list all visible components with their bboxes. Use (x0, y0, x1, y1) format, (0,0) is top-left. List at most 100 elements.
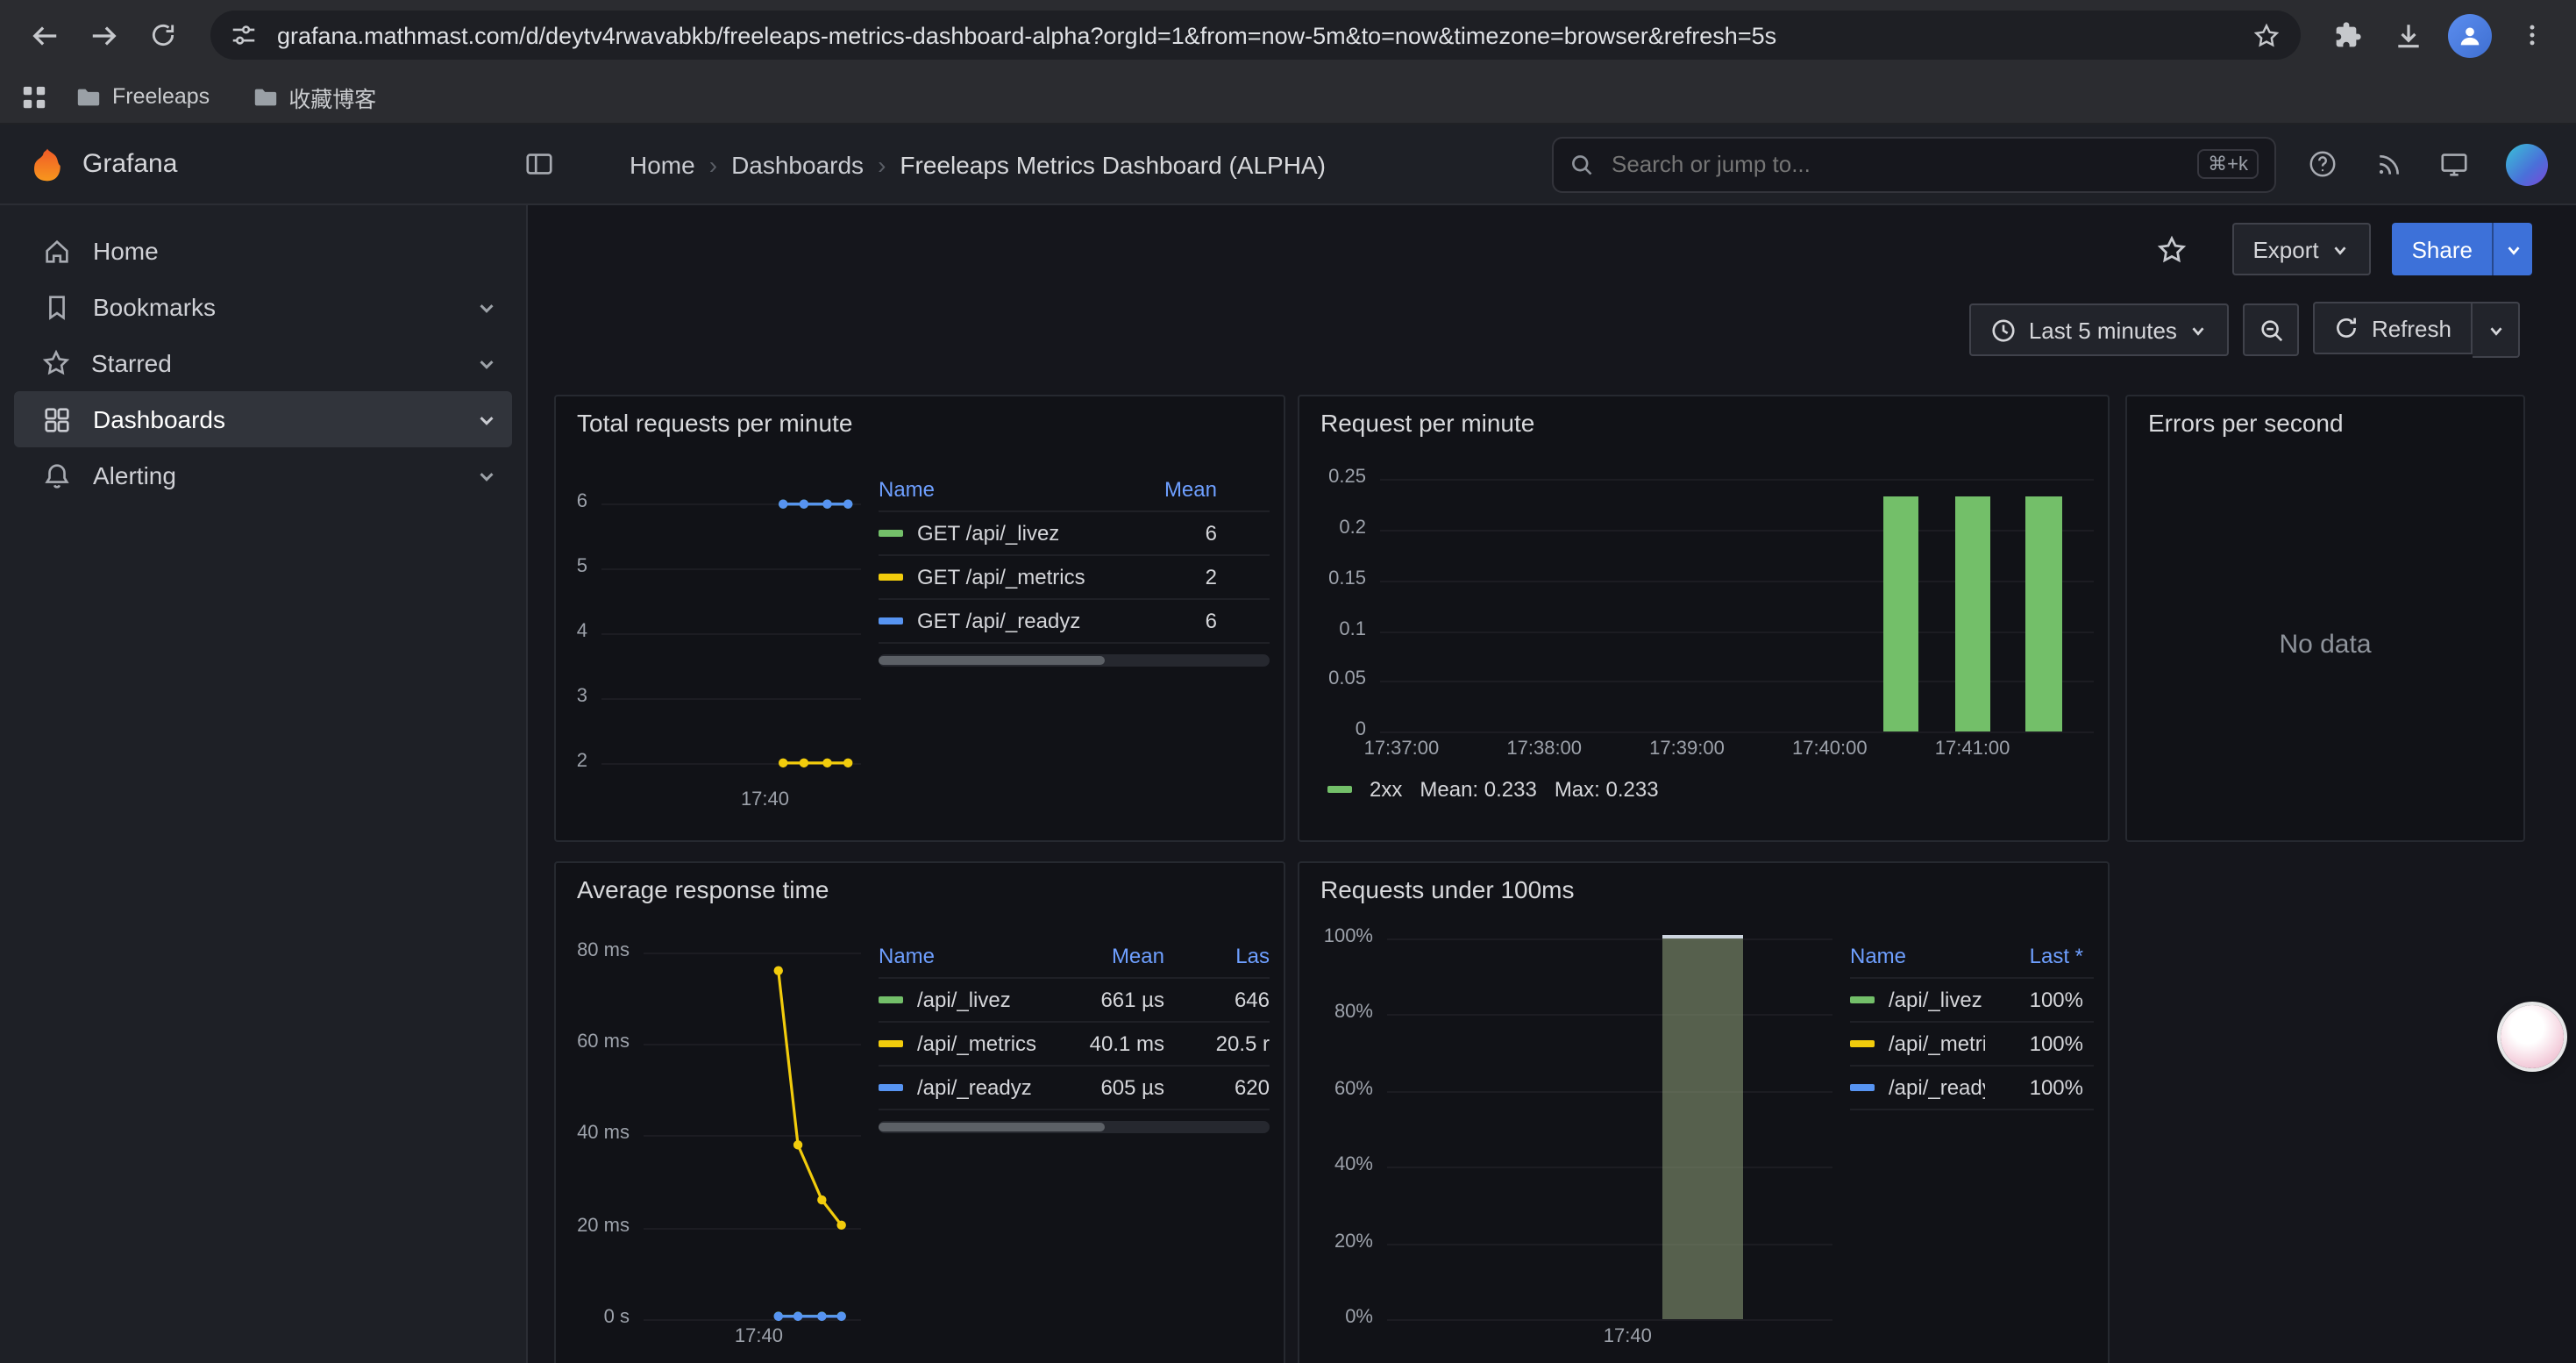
scrollbar-thumb[interactable] (879, 1123, 1106, 1131)
sidebar-item-bookmarks[interactable]: Bookmarks (14, 279, 512, 335)
y-tick-label: 40 ms (577, 1124, 630, 1145)
legend-column-header[interactable]: Las (1164, 944, 1270, 968)
legend-row: GET /api/_metrics2 (879, 556, 1270, 600)
favorite-star-icon[interactable] (2156, 234, 2186, 264)
chevron-down-icon[interactable] (475, 408, 498, 431)
legend-row: GET /api/_livez6 (879, 512, 1270, 556)
bookmark-star-icon[interactable] (2253, 22, 2280, 48)
chart-plot-area[interactable] (644, 916, 861, 1319)
monitor-icon[interactable] (2439, 149, 2469, 179)
legend-series-name[interactable]: /api/_metrics (1889, 1031, 1985, 1056)
breadcrumb-home[interactable]: Home (630, 150, 695, 178)
panel-title[interactable]: Requests under 100ms (1299, 863, 2108, 909)
grafana-logo[interactable] (28, 145, 67, 183)
legend-value: 646 (1164, 988, 1270, 1012)
chevron-down-icon[interactable] (475, 296, 498, 318)
panel-title[interactable]: Errors per second (2127, 396, 2523, 442)
zoom-out-button[interactable] (2244, 303, 2300, 356)
legend-series-name[interactable]: 2xx (1370, 777, 1402, 802)
legend-horizontal-scrollbar[interactable] (879, 654, 1270, 667)
url-bar[interactable] (210, 11, 2301, 60)
time-range-label: Last 5 minutes (2029, 317, 2177, 343)
browser-menu-icon[interactable] (2506, 9, 2558, 61)
dock-menu-icon[interactable] (524, 149, 554, 179)
legend-header-row: NameMeanLas (879, 935, 1270, 979)
url-input[interactable] (274, 20, 2236, 50)
forward-icon[interactable] (77, 9, 130, 61)
back-icon[interactable] (18, 9, 70, 61)
reload-icon[interactable] (137, 9, 189, 61)
chart-plot-area[interactable] (1380, 460, 2094, 731)
browser-profile-avatar[interactable] (2448, 13, 2492, 57)
y-tick-label: 80% (1334, 1003, 1373, 1024)
chevron-down-icon[interactable] (475, 464, 498, 487)
bookmark-folder-blogs[interactable]: 收藏博客 (238, 75, 390, 118)
sidebar-item-home[interactable]: Home (14, 223, 512, 279)
legend-series-name[interactable]: /api/_readyz (917, 1075, 1032, 1100)
refresh-button[interactable]: Refresh (2314, 302, 2473, 354)
legend-series-name[interactable]: GET /api/_metrics (917, 565, 1085, 589)
x-tick-label: 17:37:00 (1364, 739, 1440, 760)
search-input[interactable] (1608, 149, 2183, 179)
series-color-indicator (879, 996, 903, 1003)
panel-title[interactable]: Average response time (556, 863, 1284, 909)
legend-column-header[interactable]: Name (1850, 944, 1985, 968)
site-settings-icon[interactable] (231, 23, 256, 47)
series-color-indicator (1850, 996, 1875, 1003)
legend-series-name[interactable]: GET /api/_readyz (917, 609, 1080, 633)
chevron-down-icon (2189, 320, 2209, 339)
series-color-indicator (879, 574, 903, 581)
legend-column-header[interactable]: Name (879, 477, 1126, 502)
apps-grid-icon[interactable] (21, 83, 47, 110)
clock-icon (1990, 317, 2017, 343)
x-tick-label: 17:40:00 (1792, 739, 1868, 760)
sidebar-item-starred[interactable]: Starred (14, 335, 512, 391)
export-button[interactable]: Export (2231, 223, 2371, 275)
no-data-message: No data (2127, 449, 2523, 840)
legend-column-header[interactable]: Mean (1066, 944, 1164, 968)
extensions-icon[interactable] (2322, 9, 2374, 61)
legend-table: NameMeanLas/api/_livez661 µs646/api/_met… (879, 916, 1270, 1351)
legend-series-name[interactable]: GET /api/_livez (917, 521, 1059, 546)
legend-series-name[interactable]: /api/_livez (1889, 988, 1982, 1012)
user-avatar[interactable] (2506, 143, 2548, 185)
panel-title[interactable]: Request per minute (1299, 396, 2108, 442)
x-tick-label: 17:40 (735, 1326, 783, 1347)
bookmark-folder-freeleaps[interactable]: Freeleaps (61, 78, 224, 115)
legend-header-row: NameMean (879, 468, 1270, 512)
refresh-interval-dropdown[interactable] (2473, 302, 2520, 358)
share-dropdown-button[interactable] (2492, 223, 2532, 275)
sidebar-item-label: Home (93, 237, 159, 265)
folder-icon (252, 83, 278, 110)
legend-value: 6 (1126, 609, 1217, 633)
panel-title[interactable]: Total requests per minute (556, 396, 1284, 442)
news-rss-icon[interactable] (2374, 150, 2402, 178)
panel-average-response-time: Average response time 80 ms60 ms40 ms20 … (554, 861, 1285, 1363)
legend-series-name[interactable]: /api/_livez (917, 988, 1011, 1012)
legend-column-header[interactable]: Mean (1126, 477, 1217, 502)
legend-value: 100% (1985, 1031, 2083, 1056)
legend-horizontal-scrollbar[interactable] (879, 1121, 1270, 1133)
y-tick-label: 3 (577, 686, 587, 707)
legend-value: 20.5 r (1164, 1031, 1270, 1056)
legend-column-header[interactable]: Name (879, 944, 1066, 968)
help-icon[interactable] (2308, 149, 2338, 179)
scrollbar-thumb[interactable] (879, 656, 1106, 665)
legend-column-header[interactable]: Last * (1985, 944, 2083, 968)
chart-plot-area[interactable] (1387, 916, 1832, 1319)
search-box[interactable]: ⌘+k (1552, 136, 2276, 192)
sidebar-item-alerting[interactable]: Alerting (14, 447, 512, 503)
bell-icon (42, 460, 72, 490)
floating-assistant-avatar[interactable] (2501, 1005, 2564, 1068)
chart-plot-area[interactable] (601, 449, 861, 782)
chevron-down-icon[interactable] (475, 352, 498, 375)
breadcrumb-dashboards[interactable]: Dashboards (731, 150, 864, 178)
sidebar-item-dashboards[interactable]: Dashboards (14, 391, 512, 447)
share-button[interactable]: Share (2393, 223, 2492, 275)
legend-series-name[interactable]: /api/_metrics (917, 1031, 1036, 1056)
legend-row: /api/_livez100% (1850, 979, 2094, 1023)
chevron-down-icon (2331, 239, 2351, 259)
legend-series-name[interactable]: /api/_readyz (1889, 1075, 1985, 1100)
time-range-picker[interactable]: Last 5 minutes (1969, 303, 2230, 356)
downloads-icon[interactable] (2381, 9, 2434, 61)
